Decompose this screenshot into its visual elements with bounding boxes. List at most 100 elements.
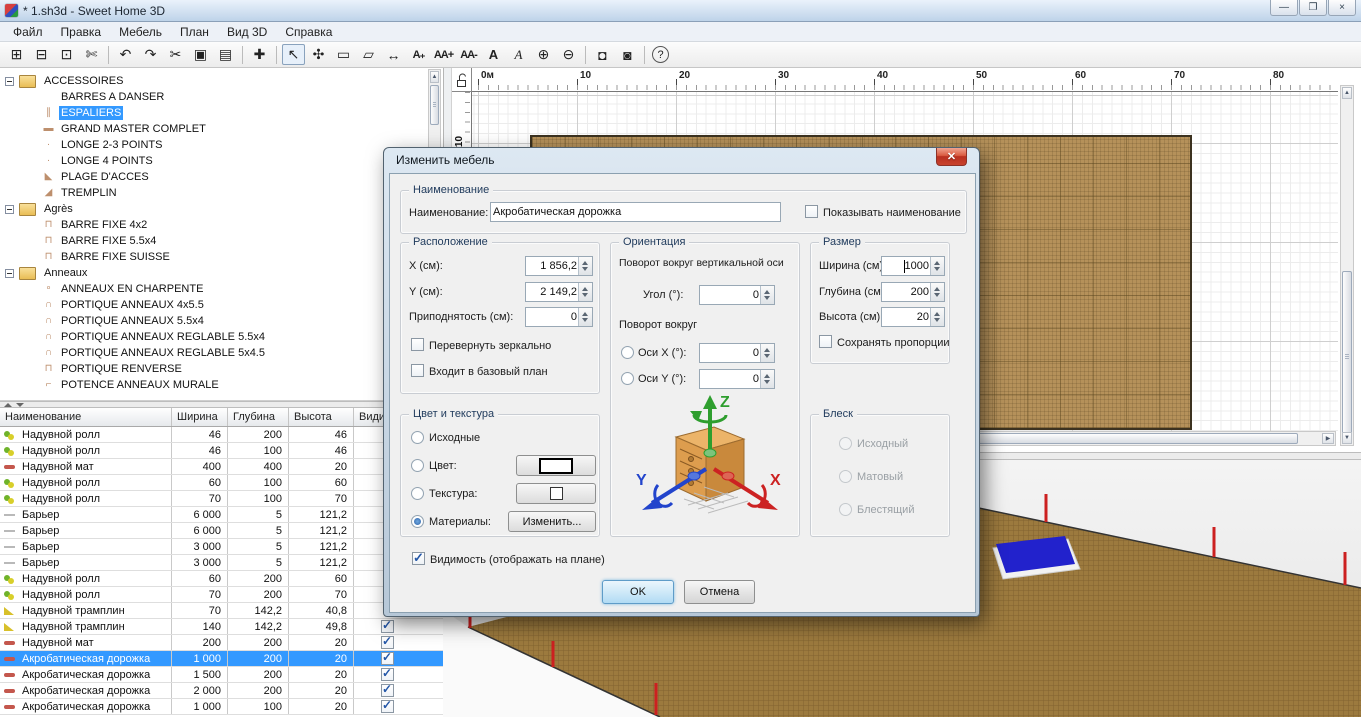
spinner-arrows-icon[interactable] — [760, 286, 774, 304]
scrollbar-thumb[interactable] — [430, 85, 439, 125]
create-photo-button[interactable]: ◘ — [591, 44, 614, 65]
menu-item[interactable]: Файл — [4, 23, 52, 41]
undo-button[interactable]: ↶ — [114, 44, 137, 65]
catalog-item[interactable]: · LONGE 4 POINTS — [0, 153, 267, 169]
copy-button[interactable]: ▣ — [189, 44, 212, 65]
table-row[interactable]: Надувной трамплин 140 142,2 49,8 — [0, 619, 443, 635]
italic-button[interactable]: A — [507, 44, 530, 65]
catalog-item[interactable]: ∥ ESPALIERS — [0, 105, 267, 121]
catalog-item[interactable]: ⊓ BARRE FIXE 5.5x4 — [0, 233, 267, 249]
ok-button[interactable]: OK — [602, 580, 674, 604]
add-furniture-button[interactable]: ✚ — [248, 44, 271, 65]
open-button[interactable]: ⊟ — [30, 44, 53, 65]
table-row[interactable]: Надувной ролл 46 100 46 — [0, 443, 443, 459]
spinner-arrows-icon[interactable] — [930, 283, 944, 301]
create-video-button[interactable]: ◙ — [616, 44, 639, 65]
spinner-arrows-icon[interactable] — [760, 370, 774, 388]
paste-button[interactable]: ▤ — [214, 44, 237, 65]
menu-item[interactable]: План — [171, 23, 218, 41]
table-row[interactable]: Надувной ролл 60 200 60 — [0, 571, 443, 587]
toolbar-separator[interactable] — [585, 46, 586, 64]
toolbar-separator[interactable] — [644, 46, 645, 64]
restore-button[interactable]: ❐ — [1299, 0, 1327, 16]
scroll-down-icon[interactable]: ▼ — [1342, 432, 1352, 444]
increase-text-size-button[interactable]: AA+ — [432, 44, 455, 65]
scroll-up-icon[interactable]: ▲ — [430, 71, 439, 83]
menu-item[interactable]: Мебель — [110, 23, 171, 41]
spinner-arrows-icon[interactable] — [930, 308, 944, 326]
table-row[interactable]: Барьер 6 000 5 121,2 — [0, 523, 443, 539]
create-rooms-button[interactable]: ▱ — [357, 44, 380, 65]
cut-button[interactable]: ✂ — [164, 44, 187, 65]
save-button[interactable]: ⊡ — [55, 44, 78, 65]
elevation-spinner[interactable]: 0 — [525, 307, 593, 327]
keep-proportions-checkbox[interactable] — [819, 335, 832, 348]
catalog-table-splitter[interactable] — [0, 401, 443, 408]
y-axis-radio[interactable] — [621, 372, 634, 385]
visible-checkbox[interactable] — [381, 620, 394, 633]
menu-item[interactable]: Справка — [276, 23, 341, 41]
catalog-item[interactable]: Agrès — [0, 201, 267, 217]
texture-picker-button[interactable] — [516, 483, 596, 504]
catalog-item[interactable]: ◢ TREMPLIN — [0, 185, 267, 201]
dialog-close-button[interactable]: ✕ — [936, 148, 967, 166]
catalog-item[interactable]: BARRES A DANSER — [0, 89, 267, 105]
decrease-text-size-button[interactable]: AA- — [457, 44, 480, 65]
furniture-name-input[interactable]: Акробатическая дорожка — [490, 202, 781, 222]
spinner-arrows-icon[interactable] — [578, 283, 592, 301]
create-dimensions-button[interactable]: ↔ — [382, 44, 405, 65]
visible-checkbox[interactable] — [381, 668, 394, 681]
titlebar[interactable]: * 1.sh3d - Sweet Home 3D — ❐ × — [0, 0, 1361, 22]
table-row[interactable]: Надувной мат 200 200 20 — [0, 635, 443, 651]
spinner-arrows-icon[interactable] — [578, 257, 592, 275]
table-row[interactable]: Надувной ролл 46 200 46 — [0, 427, 443, 443]
scrollbar-thumb[interactable] — [1342, 271, 1352, 443]
modify-materials-button[interactable]: Изменить... — [508, 511, 596, 532]
bold-button[interactable]: A — [482, 44, 505, 65]
close-button[interactable]: × — [1328, 0, 1356, 16]
catalog-item[interactable]: ⌐ POTENCE ANNEAUX MURALE — [0, 377, 267, 393]
tree-expand-toggle[interactable] — [5, 205, 14, 214]
minimize-button[interactable]: — — [1270, 0, 1298, 16]
column-header-height[interactable]: Высота — [289, 408, 354, 426]
tree-expand-toggle[interactable] — [5, 77, 14, 86]
scroll-up-icon[interactable]: ▲ — [1342, 87, 1352, 99]
plan-vertical-scrollbar[interactable]: ▲ ▼ — [1340, 85, 1354, 446]
table-row[interactable]: Барьер 3 000 5 121,2 — [0, 555, 443, 571]
column-header-depth[interactable]: Глубина — [228, 408, 289, 426]
angle-spinner[interactable]: 0 — [699, 285, 775, 305]
width-spinner[interactable]: 1000 — [881, 256, 945, 276]
table-row[interactable]: Акробатическая дорожка 1 500 200 20 — [0, 667, 443, 683]
plan-lock-corner[interactable] — [452, 68, 472, 92]
visible-checkbox[interactable] — [381, 652, 394, 665]
depth-spinner[interactable]: 200 — [881, 282, 945, 302]
catalog-item[interactable]: ∩ PORTIQUE ANNEAUX REGLABLE 5x4.5 — [0, 345, 267, 361]
color-picker-button[interactable] — [516, 455, 596, 476]
redo-button[interactable]: ↷ — [139, 44, 162, 65]
catalog-item[interactable]: ⊓ PORTIQUE RENVERSE — [0, 361, 267, 377]
visible-checkbox[interactable] — [381, 700, 394, 713]
x-axis-radio[interactable] — [621, 346, 634, 359]
toolbar-separator[interactable] — [108, 46, 109, 64]
catalog-item[interactable]: · LONGE 2-3 POINTS — [0, 137, 267, 153]
add-text-button[interactable]: A₊ — [407, 44, 430, 65]
toolbar-separator[interactable] — [276, 46, 277, 64]
x-axis-spinner[interactable]: 0 — [699, 343, 775, 363]
catalog-item[interactable]: ⊓ BARRE FIXE SUISSE — [0, 249, 267, 265]
default-color-radio[interactable] — [411, 431, 424, 444]
help-button[interactable]: ? — [652, 46, 669, 63]
base-plan-checkbox[interactable] — [411, 364, 424, 377]
table-row[interactable]: Надувной трамплин 70 142,2 40,8 — [0, 603, 443, 619]
tree-expand-toggle[interactable] — [5, 269, 14, 278]
spinner-arrows-icon[interactable] — [930, 257, 944, 275]
mirror-checkbox[interactable] — [411, 338, 424, 351]
zoom-in-button[interactable]: ⊕ — [532, 44, 555, 65]
shiny-radio[interactable] — [839, 503, 852, 516]
pan-tool-button[interactable]: ✣ — [307, 44, 330, 65]
table-row[interactable]: Акробатическая дорожка 1 000 100 20 — [0, 699, 443, 715]
materials-radio[interactable] — [411, 515, 424, 528]
catalog-item[interactable]: ⊓ BARRE FIXE 4x2 — [0, 217, 267, 233]
table-row[interactable]: Надувной ролл 60 100 60 — [0, 475, 443, 491]
column-header-name[interactable]: Наименование — [0, 408, 172, 426]
visible-checkbox[interactable] — [381, 684, 394, 697]
